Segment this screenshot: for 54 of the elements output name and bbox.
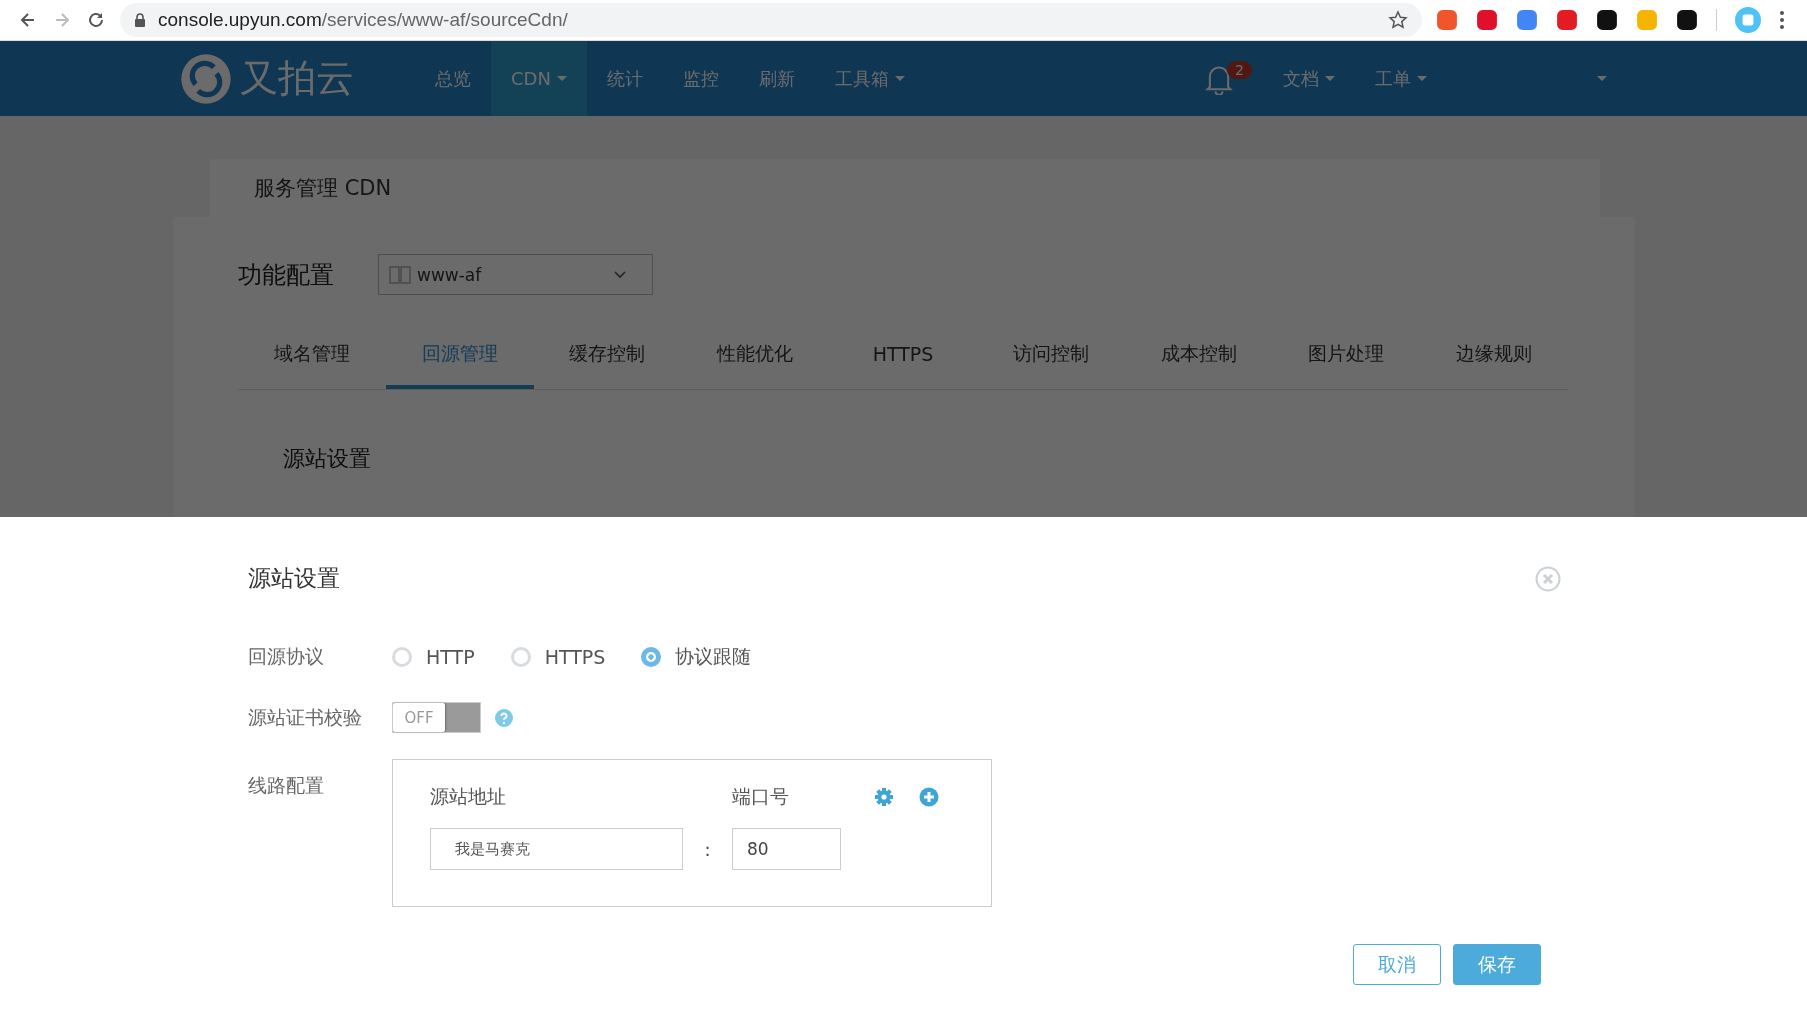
notification-badge: 2 [1226,61,1252,79]
save-button[interactable]: 保存 [1453,944,1541,985]
tab[interactable]: 成本控制 [1124,327,1273,389]
tab[interactable]: 边缘规则 [1420,327,1569,389]
domain-select[interactable]: www-af [378,254,653,295]
toggle-switch[interactable]: OFF [392,702,481,733]
port-input[interactable]: 80 [732,828,841,870]
nav-menu[interactable]: 工单 [1354,41,1447,116]
radio-option[interactable]: HTTPS [510,644,606,670]
field-label: 线路配置 [248,773,325,798]
caret-icon [1324,76,1335,81]
settings-icon[interactable] [874,787,894,807]
reload-icon[interactable] [86,10,106,30]
field-label: 回源协议 [248,644,325,669]
radio-option[interactable]: 协议跟随 [641,644,752,670]
tab[interactable]: 图片处理 [1272,327,1421,389]
address-bar[interactable]: console.upyun.com/services/www-af/sourceCdn/ [120,3,1422,37]
radio-option[interactable]: HTTP [392,644,475,670]
chevron-icon [614,270,626,279]
tab[interactable]: 性能优化 [681,327,830,389]
logo-text: 又拍云 [240,55,354,102]
logo-icon [180,52,232,105]
server-icon [389,265,411,284]
tab[interactable]: 访问控制 [976,327,1125,389]
column-header: 源站地址 [430,784,507,809]
tab[interactable]: 缓存控制 [533,327,682,389]
column-header: 端口号 [732,784,790,809]
field-label: 源站证书校验 [248,704,363,730]
extension-icon[interactable] [1676,9,1698,31]
modal-title: 源站设置 [248,564,340,593]
tab[interactable]: HTTPS [829,327,977,389]
add-icon[interactable] [919,787,939,807]
nav-item[interactable]: 刷新 [738,41,815,116]
tab[interactable]: 回源管理 [385,327,534,389]
separator-colon: : [703,838,712,860]
page-title: 服务管理 CDN [254,175,392,202]
nav-item[interactable]: 总览 [415,41,491,116]
tab[interactable]: 域名管理 [238,327,386,389]
nav-item[interactable]: 监控 [662,41,739,116]
extension-icon[interactable] [1596,9,1618,31]
address-input[interactable]: 我是马赛克 [430,828,683,870]
nav-menu[interactable]: 文档 [1262,41,1355,116]
lock-icon [134,13,146,27]
star-icon[interactable] [1388,10,1408,30]
menu-icon[interactable] [1779,10,1785,30]
nav-item[interactable]: CDN [491,41,587,116]
caret-icon [1416,76,1427,81]
user-menu-caret-icon[interactable] [1596,76,1607,81]
nav-item[interactable]: 工具箱 [814,41,925,116]
cancel-button[interactable]: 取消 [1353,944,1441,985]
section-title: 源站设置 [283,445,372,473]
help-icon[interactable] [494,707,514,728]
profile-icon[interactable] [1735,7,1761,33]
section-heading: 功能配置 [238,259,334,291]
